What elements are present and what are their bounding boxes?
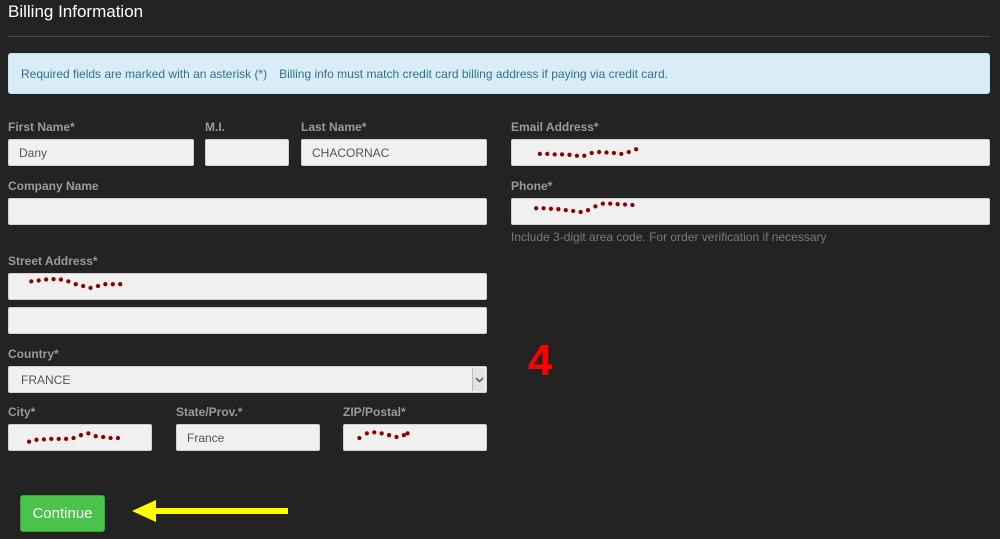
email-input[interactable] [511,139,990,166]
country-selected-value: FRANCE [21,373,71,387]
zip-input[interactable] [343,424,487,451]
city-redaction [26,431,121,444]
state-input[interactable]: France [176,424,320,451]
country-select[interactable]: FRANCE [8,366,487,393]
info-alert: Required fields are marked with an aster… [8,53,990,94]
street-address-line2-input[interactable] [8,307,487,334]
middle-initial-input[interactable] [205,139,289,166]
phone-input[interactable] [511,198,990,225]
phone-help-text: Include 3-digit area code. For order ver… [511,230,827,244]
last-name-input[interactable]: CHACORNAC [301,139,487,166]
chevron-down-icon[interactable] [472,368,485,391]
arrow-left-icon [132,500,288,522]
last-name-label: Last Name* [301,120,367,134]
title-divider [8,36,990,37]
street-redaction [29,276,123,291]
page-title: Billing Information [8,2,144,21]
company-input[interactable] [8,198,487,225]
billing-address-note: Billing info must match credit card bill… [279,67,668,81]
street-address-label: Street Address* [8,254,98,268]
email-redaction [537,147,639,158]
city-input[interactable] [8,424,152,451]
email-label: Email Address* [511,120,599,134]
company-label: Company Name [8,179,99,193]
state-label: State/Prov.* [176,405,243,419]
required-fields-note: Required fields are marked with an aster… [21,67,268,81]
phone-label: Phone* [511,179,553,193]
country-label: Country* [8,347,59,361]
first-name-label: First Name* [8,120,75,134]
zip-redaction [357,430,410,441]
continue-button[interactable]: Continue [20,495,105,532]
phone-redaction [534,201,635,215]
step-number-annotation: 4 [528,336,553,385]
first-name-input[interactable]: Dany [8,139,194,166]
zip-label: ZIP/Postal* [343,405,406,419]
city-label: City* [8,405,36,419]
middle-initial-label: M.I. [205,120,225,134]
street-address-input[interactable] [8,273,487,300]
